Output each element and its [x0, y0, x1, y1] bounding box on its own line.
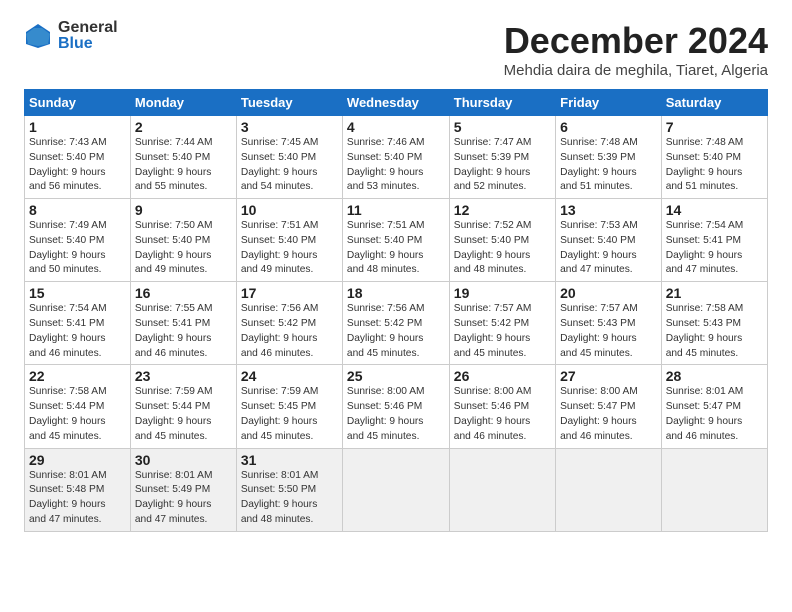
page-header: General Blue December 2024 Mehdia daira …	[24, 20, 768, 79]
week-row-3: 15Sunrise: 7:54 AMSunset: 5:41 PMDayligh…	[25, 282, 768, 365]
table-row: 14Sunrise: 7:54 AMSunset: 5:41 PMDayligh…	[661, 199, 767, 282]
table-row: 11Sunrise: 7:51 AMSunset: 5:40 PMDayligh…	[342, 199, 449, 282]
table-row: 27Sunrise: 8:00 AMSunset: 5:47 PMDayligh…	[556, 365, 662, 448]
logo: General Blue	[24, 20, 118, 52]
logo-general-text: General	[58, 20, 118, 36]
calendar-header-row: Sunday Monday Tuesday Wednesday Thursday…	[25, 90, 768, 116]
week-row-1: 1Sunrise: 7:43 AMSunset: 5:40 PMDaylight…	[25, 116, 768, 199]
col-saturday: Saturday	[661, 90, 767, 116]
table-row	[342, 448, 449, 531]
table-row: 4Sunrise: 7:46 AMSunset: 5:40 PMDaylight…	[342, 116, 449, 199]
logo-icon	[24, 22, 52, 50]
table-row: 3Sunrise: 7:45 AMSunset: 5:40 PMDaylight…	[236, 116, 342, 199]
table-row: 9Sunrise: 7:50 AMSunset: 5:40 PMDaylight…	[130, 199, 236, 282]
table-row: 21Sunrise: 7:58 AMSunset: 5:43 PMDayligh…	[661, 282, 767, 365]
table-row: 10Sunrise: 7:51 AMSunset: 5:40 PMDayligh…	[236, 199, 342, 282]
table-row: 6Sunrise: 7:48 AMSunset: 5:39 PMDaylight…	[556, 116, 662, 199]
calendar-table: Sunday Monday Tuesday Wednesday Thursday…	[24, 89, 768, 532]
col-sunday: Sunday	[25, 90, 131, 116]
table-row: 31Sunrise: 8:01 AMSunset: 5:50 PMDayligh…	[236, 448, 342, 531]
month-title: December 2024	[504, 20, 768, 62]
table-row: 30Sunrise: 8:01 AMSunset: 5:49 PMDayligh…	[130, 448, 236, 531]
table-row: 1Sunrise: 7:43 AMSunset: 5:40 PMDaylight…	[25, 116, 131, 199]
table-row	[449, 448, 555, 531]
table-row: 17Sunrise: 7:56 AMSunset: 5:42 PMDayligh…	[236, 282, 342, 365]
table-row: 5Sunrise: 7:47 AMSunset: 5:39 PMDaylight…	[449, 116, 555, 199]
table-row: 15Sunrise: 7:54 AMSunset: 5:41 PMDayligh…	[25, 282, 131, 365]
col-thursday: Thursday	[449, 90, 555, 116]
table-row: 28Sunrise: 8:01 AMSunset: 5:47 PMDayligh…	[661, 365, 767, 448]
table-row: 18Sunrise: 7:56 AMSunset: 5:42 PMDayligh…	[342, 282, 449, 365]
table-row: 26Sunrise: 8:00 AMSunset: 5:46 PMDayligh…	[449, 365, 555, 448]
table-row	[661, 448, 767, 531]
col-tuesday: Tuesday	[236, 90, 342, 116]
table-row: 8Sunrise: 7:49 AMSunset: 5:40 PMDaylight…	[25, 199, 131, 282]
week-row-4: 22Sunrise: 7:58 AMSunset: 5:44 PMDayligh…	[25, 365, 768, 448]
table-row: 16Sunrise: 7:55 AMSunset: 5:41 PMDayligh…	[130, 282, 236, 365]
logo-blue-text: Blue	[58, 36, 118, 52]
table-row: 20Sunrise: 7:57 AMSunset: 5:43 PMDayligh…	[556, 282, 662, 365]
logo-text: General Blue	[58, 20, 118, 52]
table-row: 23Sunrise: 7:59 AMSunset: 5:44 PMDayligh…	[130, 365, 236, 448]
table-row: 25Sunrise: 8:00 AMSunset: 5:46 PMDayligh…	[342, 365, 449, 448]
table-row: 19Sunrise: 7:57 AMSunset: 5:42 PMDayligh…	[449, 282, 555, 365]
week-row-5: 29Sunrise: 8:01 AMSunset: 5:48 PMDayligh…	[25, 448, 768, 531]
title-block: December 2024 Mehdia daira de meghila, T…	[504, 20, 768, 79]
table-row	[556, 448, 662, 531]
location: Mehdia daira de meghila, Tiaret, Algeria	[504, 62, 768, 79]
table-row: 24Sunrise: 7:59 AMSunset: 5:45 PMDayligh…	[236, 365, 342, 448]
col-monday: Monday	[130, 90, 236, 116]
table-row: 22Sunrise: 7:58 AMSunset: 5:44 PMDayligh…	[25, 365, 131, 448]
table-row: 13Sunrise: 7:53 AMSunset: 5:40 PMDayligh…	[556, 199, 662, 282]
col-friday: Friday	[556, 90, 662, 116]
table-row: 12Sunrise: 7:52 AMSunset: 5:40 PMDayligh…	[449, 199, 555, 282]
table-row: 2Sunrise: 7:44 AMSunset: 5:40 PMDaylight…	[130, 116, 236, 199]
table-row: 29Sunrise: 8:01 AMSunset: 5:48 PMDayligh…	[25, 448, 131, 531]
col-wednesday: Wednesday	[342, 90, 449, 116]
table-row: 7Sunrise: 7:48 AMSunset: 5:40 PMDaylight…	[661, 116, 767, 199]
week-row-2: 8Sunrise: 7:49 AMSunset: 5:40 PMDaylight…	[25, 199, 768, 282]
